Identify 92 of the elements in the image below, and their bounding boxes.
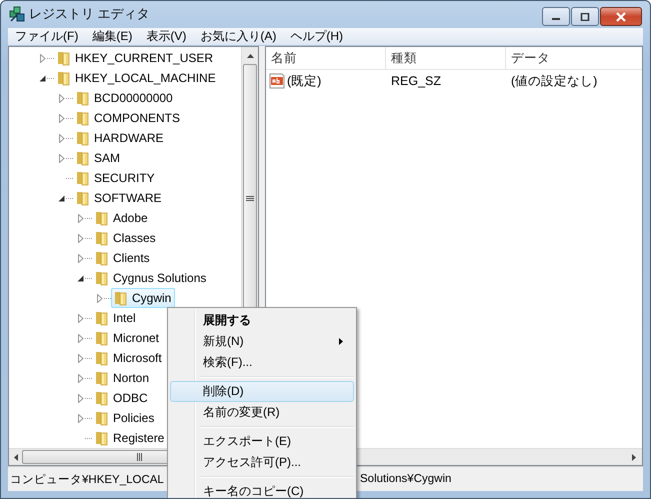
folder-icon [75,90,91,106]
expand-arrow-icon[interactable] [96,294,104,302]
status-text: Solutions¥Cygwin [360,473,452,485]
menu-item[interactable]: 名前の変更(R) [170,402,354,423]
tree-node[interactable]: Cygnus Solutions [92,268,210,288]
tree-node[interactable]: Micronet [92,328,164,348]
menu-item[interactable]: アクセス許可(P)... [170,452,354,473]
table-cell: (既定) [287,72,322,90]
right-arrow-icon [632,454,636,460]
tree-node[interactable]: HKEY_CURRENT_USER [54,48,218,68]
tree-node[interactable]: Clients [92,248,154,268]
status-text: コンピュータ¥HKEY_LOCAL [9,472,165,486]
expand-arrow-icon[interactable] [77,414,85,422]
collapse-arrow-icon[interactable] [39,74,47,82]
expand-arrow-icon[interactable] [77,334,85,342]
menu-item[interactable]: キー名のコピー(C) [170,481,354,498]
close-icon [615,12,627,22]
maximize-button[interactable] [571,7,599,26]
tree-node[interactable]: Norton [92,368,154,388]
expand-arrow-icon[interactable] [58,134,66,142]
expand-arrow-icon[interactable] [77,374,85,382]
expand-arrow-icon[interactable] [77,354,85,362]
tree-node[interactable]: Intel [92,308,140,328]
expand-arrow-icon[interactable] [58,114,66,122]
folder-icon [56,70,72,86]
folder-icon [75,170,91,186]
tree-node[interactable]: COMPONENTS [73,108,184,128]
folder-icon [94,430,110,446]
tree-node[interactable]: Classes [92,228,160,248]
up-arrow-icon [246,54,254,58]
expand-arrow-icon[interactable] [58,94,66,102]
menu-item[interactable]: 編集(E) [92,28,132,45]
folder-icon [94,230,110,246]
expand-arrow-icon[interactable] [77,234,85,242]
menu-item[interactable]: 検索(F)... [170,352,354,373]
folder-icon [94,270,110,286]
tree-node[interactable]: SAM [73,148,124,168]
menu-item[interactable]: ヘルプ(H) [290,28,343,45]
folder-icon [75,110,91,126]
window-title: レジストリ エディタ [29,5,150,24]
tree-node[interactable]: SOFTWARE [73,188,166,208]
expand-arrow-icon[interactable] [58,154,66,162]
minimize-button[interactable] [542,7,570,26]
close-button[interactable] [600,7,642,26]
folder-icon [94,390,110,406]
expand-arrow-icon[interactable] [77,394,85,402]
tree-node[interactable]: BCD00000000 [73,88,177,108]
folder-icon [94,250,110,266]
folder-icon [94,210,110,226]
menu-item[interactable]: 展開する [170,310,354,331]
menu-item[interactable]: お気に入り(A) [200,28,276,45]
tree-node[interactable]: Policies [92,408,158,428]
menu-item[interactable]: エクスポート(E) [170,431,354,452]
column-header[interactable]: 名前 [266,47,386,69]
menu-item[interactable]: ファイル(F) [15,28,78,45]
collapse-arrow-icon[interactable] [77,274,85,282]
left-arrow-icon [14,454,18,460]
expand-arrow-icon[interactable] [77,254,85,262]
maximize-icon [580,12,590,20]
column-header[interactable]: 種類 [386,47,506,69]
folder-icon [94,370,110,386]
menu-item[interactable]: 削除(D) [170,381,354,402]
tree-node[interactable]: Cygwin [111,288,176,308]
folder-icon [94,350,110,366]
tree-node[interactable]: Adobe [92,208,152,228]
grip-icon [137,453,144,461]
tree-node[interactable]: Registere [92,428,168,448]
folder-icon [113,290,129,306]
folder-icon [94,310,110,326]
folder-icon [94,410,110,426]
tree-node[interactable]: ODBC [92,388,152,408]
folder-icon [75,150,91,166]
menu-item[interactable]: 表示(V) [146,28,186,45]
grip-icon [246,196,254,202]
tree-node[interactable]: SECURITY [73,168,159,188]
string-value-icon [269,73,285,89]
expand-arrow-icon[interactable] [77,314,85,322]
column-header[interactable]: データ [506,47,642,69]
menu-item[interactable]: 新規(N) [170,331,354,352]
table-cell-text: (値の設定なし) [510,72,598,90]
expand-arrow-icon[interactable] [77,214,85,222]
registry-app-icon [9,6,25,22]
tree-node[interactable]: HARDWARE [73,128,168,148]
folder-icon [75,190,91,206]
table-cell-text: REG_SZ [390,74,442,88]
collapse-arrow-icon[interactable] [58,194,66,202]
folder-icon [56,50,72,66]
tree-node[interactable]: HKEY_LOCAL_MACHINE [54,68,220,88]
expand-arrow-icon[interactable] [39,54,47,62]
folder-icon [94,330,110,346]
tree-node[interactable]: Microsoft [92,348,166,368]
folder-icon [75,130,91,146]
